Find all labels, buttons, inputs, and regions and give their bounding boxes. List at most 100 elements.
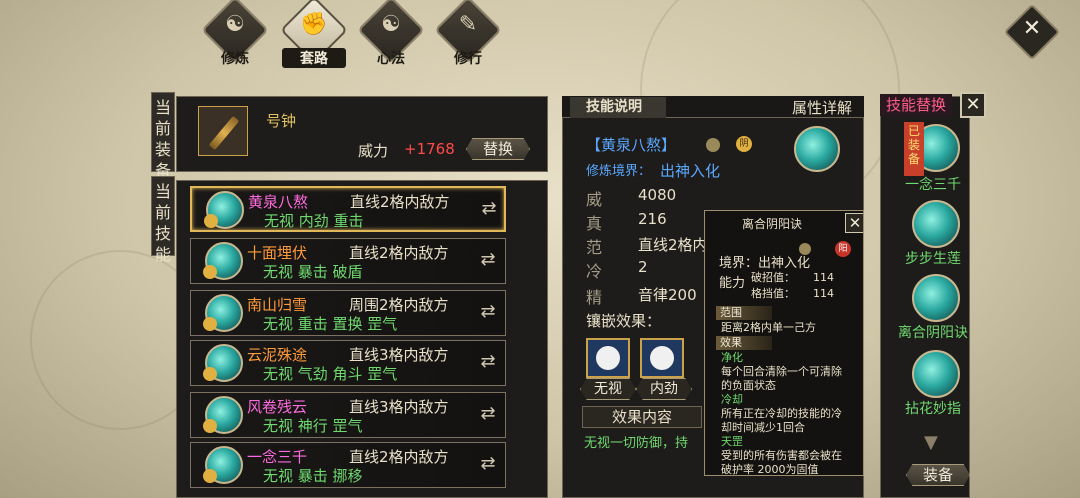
skill-row[interactable]: 黄泉八熬 直线2格内敌方 无视 内劲 重击 ⇄ [190,186,506,232]
weapon-slot[interactable] [198,106,248,156]
tab-cultivate[interactable]: ☯ 修炼 [201,0,269,68]
stat-value: 直线2格内 [638,236,708,254]
realm-label: 修炼境界： [586,164,652,179]
skill-tags: 无视 暴击 挪移 [263,467,363,485]
swap-button[interactable]: 替换 [466,138,530,160]
tab-label: 修炼 [221,51,249,67]
skill-row[interactable]: 南山归雪 周围2格内敌方 无视 重击 置换 罡气 ⇄ [190,290,506,336]
skill-row[interactable]: 一念三千 直线2格内敌方 无视 暴击 挪移 ⇄ [190,442,506,488]
weapon-name: 号钟 [266,112,297,130]
tab-attribute-detail[interactable]: 属性详解 [792,97,852,118]
skill-name: 一念三千 [247,448,308,466]
stat-value: 2 [638,258,648,276]
purify-text: 每个回合清除一个可清除的负面状态 [721,365,842,392]
effect-tab[interactable]: 效果内容 [582,406,702,428]
shield-text: 受到的所有伤害都会被在破护率 2000为固值 [721,449,842,476]
tab-label: 修行 [454,51,482,67]
break-label: 破招值： [751,271,795,284]
replace-skill-icon[interactable] [912,200,960,248]
tooltip-title: 离合阴阳诀 [741,217,802,231]
stat-value: 音律200 [638,286,697,304]
skill-range: 直线2格内敌方 [349,448,449,466]
detail-skill-icon [794,126,840,172]
stat-label: 威 [586,190,603,209]
tooltip-close-button[interactable]: ✕ [845,213,863,233]
swap-icon[interactable]: ⇄ [477,249,499,271]
stat-label: 范 [586,238,603,257]
swap-icon[interactable]: ⇄ [477,301,499,323]
power-delta: +1768 [404,140,455,158]
replace-skill-icon[interactable] [912,274,960,322]
stat-label: 冷 [586,262,603,281]
replace-title: 技能替换 [880,94,952,116]
range-title: 范围 [716,306,772,320]
range-text: 距离2格内单一己方 [721,321,816,334]
skill-name: 云泥殊途 [247,346,308,364]
stat-value: 4080 [638,186,677,204]
skill-badge [203,469,217,483]
skill-badge [204,214,218,228]
skill-range: 直线2格内敌方 [349,244,449,262]
skill-range: 周围2格内敌方 [349,296,449,314]
tooltip-realm: 境界：出神入化 [719,256,811,271]
skill-row[interactable]: 云泥殊途 直线3格内敌方 无视 气劲 角斗 罡气 ⇄ [190,340,506,386]
replace-skill-name[interactable]: 步步生莲 [880,248,986,268]
purify-title: 净化 [721,351,743,364]
coin-icon [799,243,811,255]
skill-badge [203,317,217,331]
weapon-icon [208,115,240,151]
skill-range: 直线3格内敌方 [349,346,449,364]
skill-badge [203,265,217,279]
parry-value: 114 [813,287,834,300]
skill-row[interactable]: 风卷残云 直线3格内敌方 无视 神行 罡气 ⇄ [190,392,506,438]
shield-title: 天罡 [721,435,743,448]
tooltip-ability-label: 能力 [719,276,746,291]
yin-badge: 阴 [736,136,752,152]
inlay-slot[interactable] [640,338,684,378]
skill-range: 直线2格内敌方 [350,193,450,211]
tab-label: 心法 [377,51,405,67]
tab-skill-info[interactable]: 技能说明 [570,97,666,118]
fist-icon: ✊ [300,12,328,37]
skill-name: 风卷残云 [247,398,308,416]
replace-skill-icon[interactable] [912,350,960,398]
skills-side-label: 当前技能 [151,176,175,264]
stat-value: 216 [638,210,667,228]
coin-icon [706,138,720,152]
power-label: 威力 [358,142,389,160]
realm-value: 出神入化 [660,162,721,180]
cooldown-text: 所有正在冷却的技能的冷却时间减少1回合 [721,407,842,434]
skill-badge [203,367,217,381]
equip-button[interactable]: 装备 [906,464,970,486]
tab-routine[interactable]: ✊ 套路 [280,0,348,68]
parry-label: 格挡值： [751,287,795,300]
tab-label: 套路 [282,48,346,68]
skill-tags: 无视 神行 罡气 [263,417,363,435]
replace-close-button[interactable]: ✕ [960,92,986,118]
swap-icon[interactable]: ⇄ [477,453,499,475]
taiji-icon: ☯ [381,12,401,37]
inlay-tag: 无视 [580,378,636,400]
tab-practice[interactable]: ✎ 修行 [434,0,502,68]
swap-icon[interactable]: ⇄ [478,198,500,220]
replace-skill-name[interactable]: 离合阴阳诀 [880,322,986,342]
skill-row[interactable]: 十面埋伏 直线2格内敌方 无视 暴击 破盾 ⇄ [190,238,506,284]
replace-skill-name[interactable]: 拈花妙指 [880,398,986,418]
skill-name: 黄泉八熬 [248,193,309,211]
cultivate-icon: ☯ [225,12,245,37]
effect-title: 效果 [716,336,772,350]
scroll-down-icon[interactable]: ▼ [924,432,938,453]
skill-tags: 无视 气劲 角斗 罡气 [263,365,398,383]
brush-icon: ✎ [458,12,478,37]
eye-icon [596,346,620,370]
skill-tags: 无视 暴击 破盾 [263,263,363,281]
stat-label: 真 [586,214,603,233]
replace-skill-name[interactable]: 一念三千 [880,174,986,194]
swap-icon[interactable]: ⇄ [477,403,499,425]
swap-icon[interactable]: ⇄ [477,351,499,373]
equipment-side-label: 当前装备 [151,92,175,180]
inlay-slot[interactable] [586,338,630,378]
tab-mind-method[interactable]: ☯ 心法 [357,0,425,68]
skill-name: 十面埋伏 [247,244,308,262]
skill-badge [203,419,217,433]
